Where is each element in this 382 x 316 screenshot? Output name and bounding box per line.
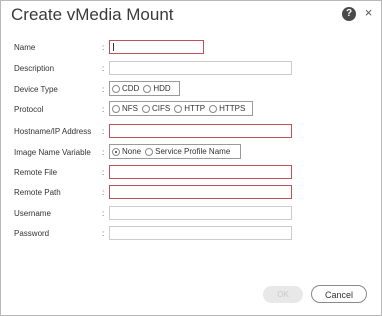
protocol-option-https[interactable]: HTTPS bbox=[209, 104, 245, 113]
protocol-option-cifs[interactable]: CIFS bbox=[142, 104, 170, 113]
radio-button-icon[interactable] bbox=[143, 84, 152, 93]
radio-button-icon[interactable] bbox=[174, 104, 183, 113]
remote-path-field[interactable] bbox=[109, 185, 292, 199]
password-field[interactable] bbox=[109, 226, 292, 240]
username-label: Username bbox=[14, 209, 51, 218]
protocol-option-label: HTTP bbox=[184, 104, 206, 113]
protocol-option-label: HTTPS bbox=[219, 104, 246, 113]
name-field[interactable] bbox=[109, 40, 204, 54]
radio-button-icon[interactable] bbox=[112, 104, 120, 113]
device-type-option-cdd[interactable]: CDD bbox=[112, 84, 139, 93]
protocol-label: Protocol bbox=[14, 105, 44, 114]
image-name-variable-radio-group: None Service Profile Name bbox=[109, 144, 241, 159]
radio-button-icon[interactable] bbox=[112, 84, 120, 93]
device-type-option-label: HDD bbox=[153, 84, 171, 93]
description-field[interactable] bbox=[109, 61, 292, 75]
hostname-label: Hostname/IP Address bbox=[14, 127, 92, 136]
image-name-variable-label: Image Name Variable bbox=[14, 148, 91, 157]
username-field[interactable] bbox=[109, 206, 292, 220]
radio-button-icon[interactable] bbox=[145, 147, 154, 156]
ok-button[interactable]: OK bbox=[263, 286, 303, 303]
protocol-option-nfs[interactable]: NFS bbox=[112, 104, 138, 113]
protocol-option-label: CIFS bbox=[152, 104, 171, 113]
description-separator: : bbox=[102, 64, 105, 73]
password-label: Password bbox=[14, 229, 50, 238]
radio-button-icon[interactable] bbox=[209, 104, 218, 113]
protocol-option-label: NFS bbox=[122, 104, 138, 113]
help-icon[interactable]: ? bbox=[342, 7, 356, 21]
remote-file-label: Remote File bbox=[14, 168, 58, 177]
device-type-option-label: CDD bbox=[122, 84, 140, 93]
protocol-separator: : bbox=[102, 105, 105, 114]
image-name-variable-option-label: None bbox=[122, 147, 142, 156]
image-name-variable-option-service-profile-name[interactable]: Service Profile Name bbox=[145, 147, 230, 156]
radio-button-icon[interactable] bbox=[142, 104, 150, 113]
dialog-title: Create vMedia Mount bbox=[11, 5, 174, 24]
radio-button-checked-icon[interactable] bbox=[112, 147, 120, 156]
close-icon[interactable]: × bbox=[362, 6, 375, 19]
password-separator: : bbox=[102, 229, 105, 238]
protocol-option-http[interactable]: HTTP bbox=[174, 104, 205, 113]
image-name-variable-separator: : bbox=[102, 148, 105, 157]
device-type-radio-group: CDD HDD bbox=[109, 81, 180, 96]
device-type-option-hdd[interactable]: HDD bbox=[143, 84, 171, 93]
remote-file-separator: : bbox=[102, 168, 105, 177]
name-label: Name bbox=[14, 43, 36, 52]
username-separator: : bbox=[102, 209, 105, 218]
create-vmedia-mount-dialog: Create vMedia Mount ? × Name : Descripti… bbox=[0, 0, 382, 316]
remote-file-field[interactable] bbox=[109, 165, 292, 179]
device-type-label: Device Type bbox=[14, 85, 58, 94]
image-name-variable-option-none[interactable]: None bbox=[112, 147, 141, 156]
text-cursor bbox=[113, 43, 114, 51]
device-type-separator: : bbox=[102, 85, 105, 94]
hostname-field[interactable] bbox=[109, 124, 292, 138]
remote-path-separator: : bbox=[102, 188, 105, 197]
protocol-radio-group: NFS CIFS HTTP HTTPS bbox=[109, 101, 253, 116]
description-label: Description bbox=[14, 64, 55, 73]
hostname-separator: : bbox=[102, 127, 105, 136]
remote-path-label: Remote Path bbox=[14, 188, 61, 197]
image-name-variable-option-label: Service Profile Name bbox=[155, 147, 231, 156]
cancel-button[interactable]: Cancel bbox=[311, 285, 367, 303]
name-separator: : bbox=[102, 43, 105, 52]
